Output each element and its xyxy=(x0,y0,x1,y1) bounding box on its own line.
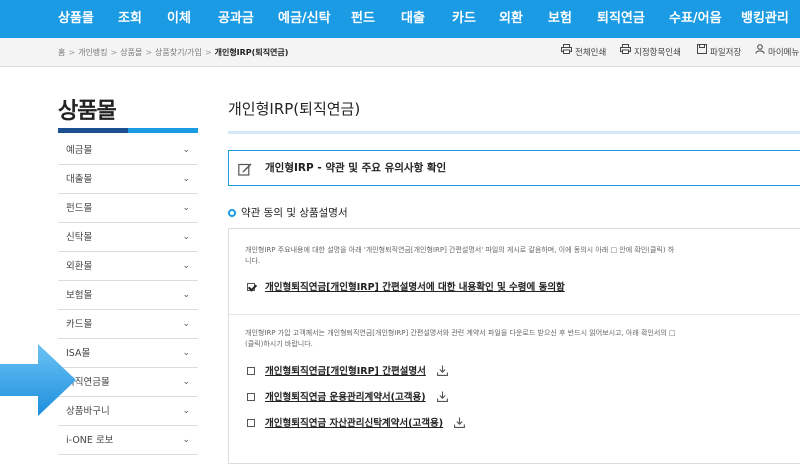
download-icon[interactable] xyxy=(437,365,449,379)
arrow-right-icon xyxy=(0,344,76,416)
sidebar-item-deposit[interactable]: 예금몰 ⌄ xyxy=(58,136,198,165)
nav-item-insurance[interactable]: 보험 xyxy=(548,0,572,38)
sidebar-menu: 예금몰 ⌄ 대출몰 ⌄ 펀드몰 ⌄ 신탁몰 ⌄ 외환몰 ⌄ 보험몰 ⌄ 카드몰 ⌄ ISA몰 ⌄… xyxy=(58,136,198,455)
nav-item-transfer[interactable]: 이체 xyxy=(167,0,191,38)
nav-item-inquiry[interactable]: 조회 xyxy=(118,0,142,38)
doc-link[interactable]: 개인형퇴직연금 운용관리계약서(고객용) xyxy=(265,392,426,403)
download-description: 개인형IRP 가입 고객께서는 개인형퇴직연금[개인형IRP] 간편설명서와 관… xyxy=(245,328,800,350)
sidebar-item-isa[interactable]: ISA몰 ⌄ xyxy=(58,339,198,368)
printer-icon xyxy=(561,38,572,67)
nav-item-foreign-exchange[interactable]: 외환 xyxy=(499,0,523,38)
chevron-down-icon: ⌄ xyxy=(182,406,190,416)
sidebar-item-foreign-exchange[interactable]: 외환몰 ⌄ xyxy=(58,252,198,281)
save-file-button[interactable]: 파일저장 xyxy=(697,38,741,68)
doc-link[interactable]: 개인형퇴직연금 자산관리신탁계약서(고객용) xyxy=(265,418,443,429)
nav-item-card[interactable]: 카드 xyxy=(452,0,476,38)
print-all-button[interactable]: 전체인쇄 xyxy=(561,38,606,68)
doc-checkbox[interactable] xyxy=(247,393,255,401)
chevron-down-icon: ⌄ xyxy=(182,377,190,387)
nav-item-checks[interactable]: 수표/어음 xyxy=(669,0,722,38)
nav-item-utility-bills[interactable]: 공과금 xyxy=(218,0,254,38)
save-icon xyxy=(697,38,707,67)
printer-icon xyxy=(620,38,631,67)
section-title-text: 약관 동의 및 상품설명서 xyxy=(241,207,348,219)
sidebar-item-label: 신탁몰 xyxy=(66,232,93,243)
download-description-line2: (클릭)하시기 바랍니다. xyxy=(245,340,313,348)
agreement-description-line1: 개인형IRP 주요내용에 대한 설명을 아래 '개인형퇴직연금[개인형IRP] … xyxy=(245,246,675,254)
my-menu-button[interactable]: 마이메뉴 xyxy=(755,38,799,68)
download-icon[interactable] xyxy=(454,417,466,431)
sidebar-item-label: 예금몰 xyxy=(66,145,93,156)
sidebar-item-ione-robo[interactable]: i-ONE 로보 ⌄ xyxy=(58,426,198,455)
sidebar-item-label: i-ONE 로보 xyxy=(66,435,114,446)
notice-text: 개인형IRP - 약관 및 주요 유의사항 확인 xyxy=(265,162,447,174)
top-navigation: 상품몰 조회 이체 공과금 예금/신탁 펀드 대출 카드 외환 보험 퇴직연금 … xyxy=(0,0,800,38)
sidebar-item-fund[interactable]: 펀드몰 ⌄ xyxy=(58,194,198,223)
sidebar-item-label: 대출몰 xyxy=(66,174,93,185)
circle-bullet-icon xyxy=(228,209,236,217)
print-all-label: 전체인쇄 xyxy=(575,48,607,58)
sidebar-title: 상품몰 xyxy=(58,99,117,124)
chevron-down-icon: ⌄ xyxy=(182,348,190,358)
download-icon[interactable] xyxy=(436,391,448,405)
doc-link[interactable]: 개인형퇴직연금[개인형IRP] 간편설명서 xyxy=(265,366,426,377)
chevron-down-icon: ⌄ xyxy=(182,232,190,242)
nav-item-pension[interactable]: 퇴직연금 xyxy=(597,0,645,38)
breadcrumb-bar: 홈 > 개인뱅킹 > 상품몰 > 상품찾기/가입 > 개인형IRP(퇴직연금) 전체인쇄 지정항… xyxy=(0,38,800,67)
page-title: 개인형IRP(퇴직연금) xyxy=(228,100,361,118)
sidebar-item-label: 카드몰 xyxy=(66,319,93,330)
user-icon xyxy=(755,38,765,67)
sidebar-item-card[interactable]: 카드몰 ⌄ xyxy=(58,310,198,339)
nav-item-banking-management[interactable]: 뱅킹관리 xyxy=(741,0,789,38)
sidebar-item-label: 외환몰 xyxy=(66,261,93,272)
terms-panel: 개인형IRP 주요내용에 대한 설명을 아래 '개인형퇴직연금[개인형IRP] … xyxy=(228,228,800,464)
agree-label[interactable]: 개인형퇴직연금[개인형IRP] 간편설명서에 대한 내용확인 및 수령에 동의함 xyxy=(265,282,565,293)
print-selected-button[interactable]: 지정항목인쇄 xyxy=(620,38,681,68)
chevron-down-icon: ⌄ xyxy=(182,203,190,213)
nav-item-fund[interactable]: 펀드 xyxy=(351,0,375,38)
doc-row-management-contract[interactable]: 개인형퇴직연금 운용관리계약서(고객용) xyxy=(247,389,448,405)
nav-item-deposit-trust[interactable]: 예금/신탁 xyxy=(278,0,331,38)
agreement-description: 개인형IRP 주요내용에 대한 설명을 아래 '개인형퇴직연금[개인형IRP] … xyxy=(245,245,800,267)
chevron-down-icon: ⌄ xyxy=(182,435,190,445)
agreement-description-line2: 니다. xyxy=(245,257,261,265)
notice-box: 개인형IRP - 약관 및 주요 유의사항 확인 xyxy=(228,150,800,186)
sidebar-item-insurance[interactable]: 보험몰 ⌄ xyxy=(58,281,198,310)
sidebar-item-label: 보험몰 xyxy=(66,290,93,301)
doc-checkbox[interactable] xyxy=(247,367,255,375)
sidebar-item-trust[interactable]: 신탁몰 ⌄ xyxy=(58,223,198,252)
agree-checkbox-row[interactable]: 개인형퇴직연금[개인형IRP] 간편설명서에 대한 내용확인 및 수령에 동의함 xyxy=(247,279,565,293)
panel-divider xyxy=(229,314,800,315)
section-title: 약관 동의 및 상품설명서 xyxy=(228,205,348,220)
nav-item-loan[interactable]: 대출 xyxy=(401,0,425,38)
agree-checkbox[interactable] xyxy=(247,283,255,291)
doc-row-trust-contract[interactable]: 개인형퇴직연금 자산관리신탁계약서(고객용) xyxy=(247,415,466,431)
chevron-down-icon: ⌄ xyxy=(182,174,190,184)
doc-checkbox[interactable] xyxy=(247,419,255,427)
sidebar-title-underline xyxy=(58,128,198,133)
nav-item-shopping-mall[interactable]: 상품몰 xyxy=(58,0,94,38)
print-selected-label: 지정항목인쇄 xyxy=(634,48,681,58)
chevron-down-icon: ⌄ xyxy=(182,290,190,300)
title-divider xyxy=(228,131,800,134)
sidebar-item-loan[interactable]: 대출몰 ⌄ xyxy=(58,165,198,194)
edit-icon xyxy=(238,161,252,180)
doc-row-simple-guide[interactable]: 개인형퇴직연금[개인형IRP] 간편설명서 xyxy=(247,363,449,379)
sidebar-item-label: 펀드몰 xyxy=(66,203,93,214)
chevron-down-icon: ⌄ xyxy=(182,145,190,155)
save-file-label: 파일저장 xyxy=(710,48,742,58)
chevron-down-icon: ⌄ xyxy=(182,261,190,271)
utility-links: 전체인쇄 지정항목인쇄 파일저장 마이메뉴 xyxy=(0,38,800,67)
chevron-down-icon: ⌄ xyxy=(182,319,190,329)
sidebar-item-product-basket[interactable]: 상품바구니 ⌄ xyxy=(58,397,198,426)
sidebar-item-pension[interactable]: 퇴직연금몰 ⌄ xyxy=(58,368,198,397)
my-menu-label: 마이메뉴 xyxy=(768,48,800,58)
download-description-line1: 개인형IRP 가입 고객께서는 개인형퇴직연금[개인형IRP] 간편설명서와 관… xyxy=(245,329,676,337)
